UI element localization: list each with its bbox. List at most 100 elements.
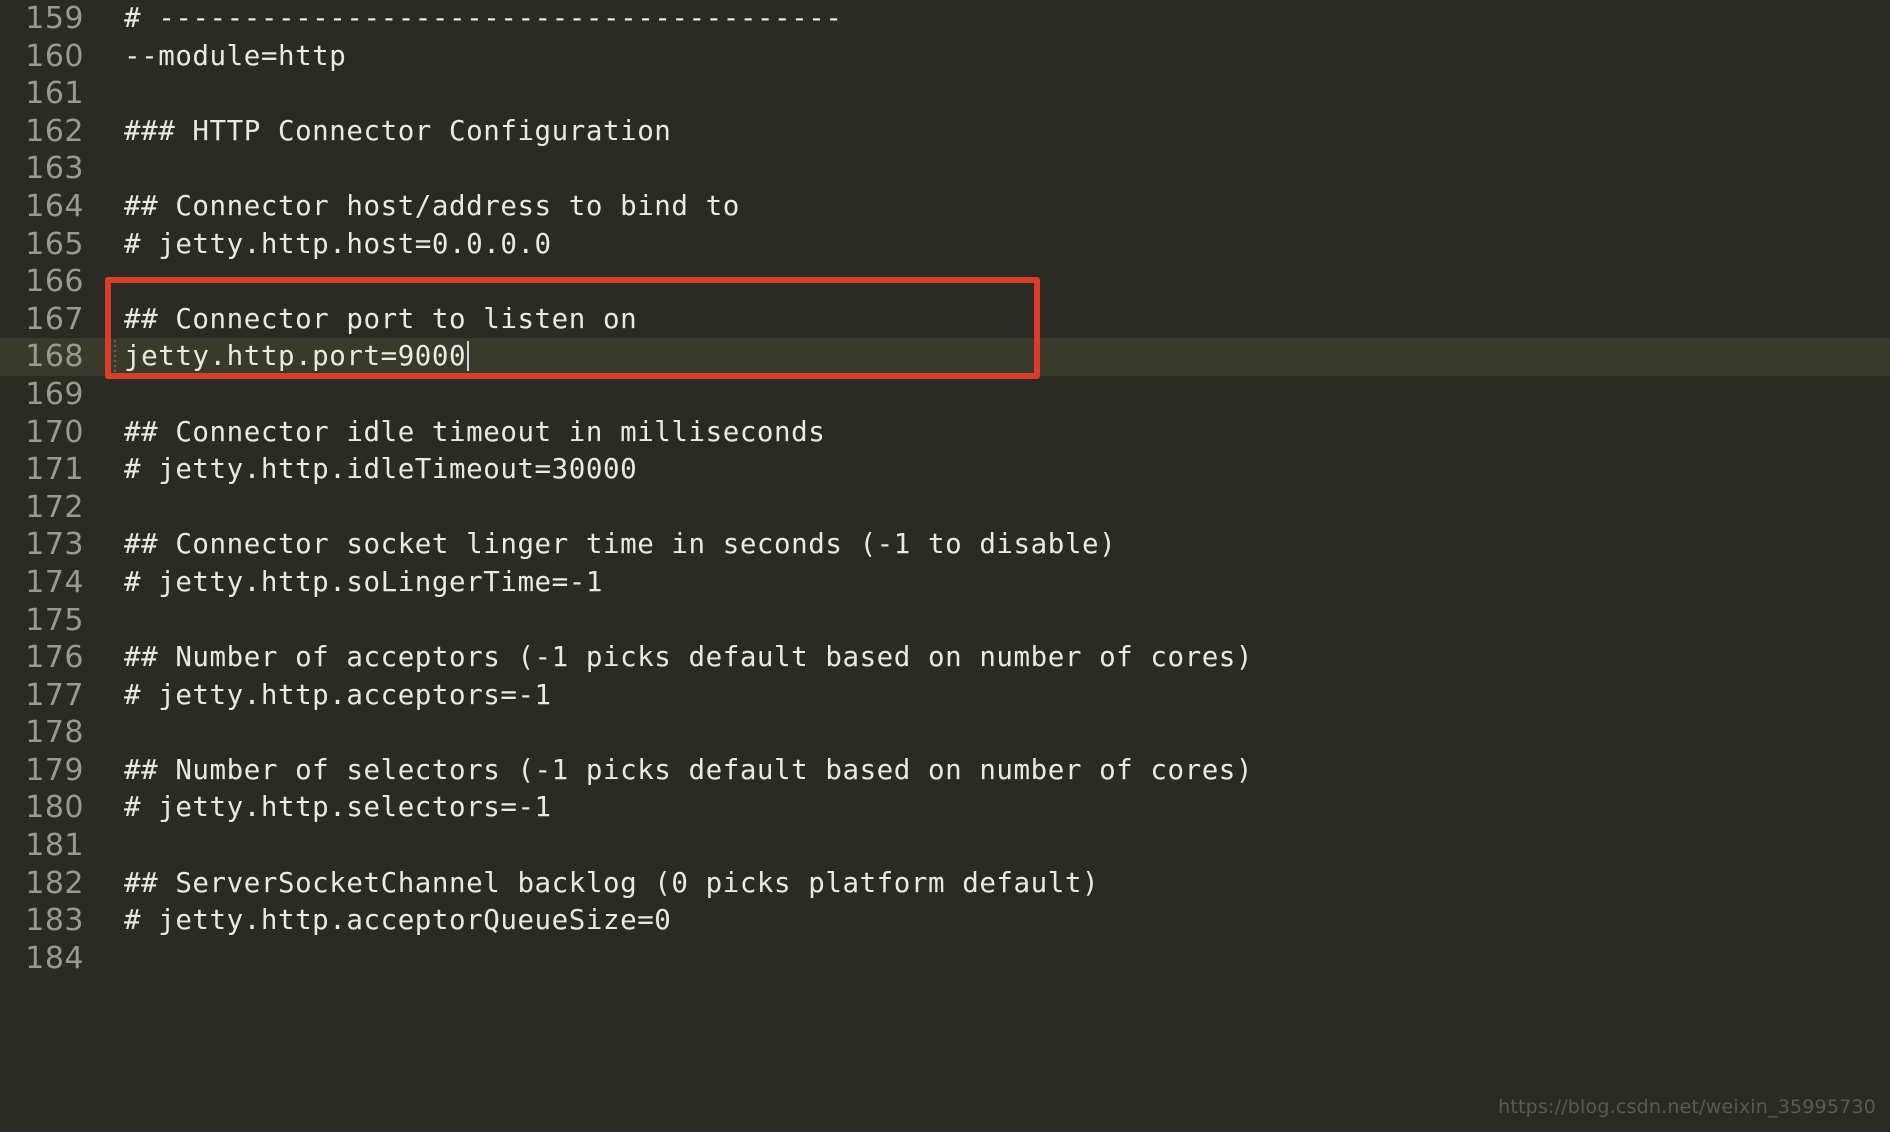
code-line[interactable]: 177 # jetty.http.acceptors=-1 xyxy=(0,677,1890,715)
code-text[interactable] xyxy=(98,940,1890,978)
line-number[interactable]: 172 xyxy=(0,489,98,527)
line-number[interactable]: 180 xyxy=(0,789,98,827)
code-text-content: # --------------------------------------… xyxy=(124,2,843,34)
code-text-content: ### HTTP Connector Configuration xyxy=(124,114,672,147)
code-line[interactable]: 178 xyxy=(0,714,1890,752)
watermark: https://blog.csdn.net/weixin_35995730 xyxy=(1498,1096,1876,1118)
code-text[interactable] xyxy=(98,602,1890,640)
line-number[interactable]: 169 xyxy=(0,376,98,414)
line-number[interactable]: 166 xyxy=(0,263,98,301)
code-text[interactable] xyxy=(98,150,1890,188)
line-number[interactable]: 170 xyxy=(0,414,98,452)
code-text[interactable] xyxy=(98,714,1890,752)
code-line[interactable]: 181 xyxy=(0,827,1890,865)
code-line[interactable]: 182 ## ServerSocketChannel backlog (0 pic… xyxy=(0,865,1890,903)
line-number[interactable]: 175 xyxy=(0,602,98,640)
line-number[interactable]: 162 xyxy=(0,113,98,151)
code-text-content: ## Connector port to listen on xyxy=(124,302,638,335)
code-text[interactable]: jetty.http.port=9000 xyxy=(98,338,1890,376)
code-text[interactable]: ## Connector socket linger time in secon… xyxy=(98,526,1890,564)
line-number[interactable]: 184 xyxy=(0,940,98,978)
line-number[interactable]: 159 xyxy=(0,0,98,38)
line-number[interactable]: 178 xyxy=(0,714,98,752)
code-text-content: # jetty.http.selectors=-1 xyxy=(124,791,552,824)
code-text[interactable] xyxy=(98,376,1890,414)
code-text-content: # jetty.http.acceptorQueueSize=0 xyxy=(124,904,672,937)
code-editor[interactable]: 159 # -----------------------------------… xyxy=(0,0,1890,1132)
code-line[interactable]: 180 # jetty.http.selectors=-1 xyxy=(0,789,1890,827)
code-line[interactable]: 161 xyxy=(0,75,1890,113)
code-text-content: ## Connector socket linger time in secon… xyxy=(124,528,1117,561)
code-text[interactable]: ### HTTP Connector Configuration xyxy=(98,113,1890,151)
code-text-content: ## ServerSocketChannel backlog (0 picks … xyxy=(124,866,1100,899)
text-caret xyxy=(467,341,470,372)
code-lines-container: 159 # -----------------------------------… xyxy=(0,0,1890,977)
line-number[interactable]: 161 xyxy=(0,75,98,113)
code-text[interactable] xyxy=(98,827,1890,865)
code-text[interactable]: --module=http xyxy=(98,38,1890,76)
code-text-content: ## Connector idle timeout in millisecond… xyxy=(124,415,826,448)
code-text-content: ## Number of selectors (-1 picks default… xyxy=(124,753,1254,786)
code-line[interactable]: 170 ## Connector idle timeout in millisec… xyxy=(0,414,1890,452)
code-line[interactable]: 160 --module=http xyxy=(0,38,1890,76)
code-line[interactable]: 176 ## Number of acceptors (-1 picks defa… xyxy=(0,639,1890,677)
indent-guide xyxy=(114,340,116,374)
code-text[interactable]: ## Connector host/address to bind to xyxy=(98,188,1890,226)
line-number[interactable]: 167 xyxy=(0,301,98,339)
line-number[interactable]: 168 xyxy=(0,338,98,376)
code-line[interactable]: 159 # -----------------------------------… xyxy=(0,0,1890,38)
code-line[interactable]: 183 # jetty.http.acceptorQueueSize=0 xyxy=(0,902,1890,940)
code-line[interactable]: 179 ## Number of selectors (-1 picks defa… xyxy=(0,752,1890,790)
code-text[interactable]: # jetty.http.acceptorQueueSize=0 xyxy=(98,902,1890,940)
line-number[interactable]: 160 xyxy=(0,38,98,76)
code-text-content: --module=http xyxy=(124,39,347,72)
code-text[interactable]: # --------------------------------------… xyxy=(98,0,1890,38)
code-line[interactable]: 173 ## Connector socket linger time in se… xyxy=(0,526,1890,564)
code-text[interactable]: # jetty.http.soLingerTime=-1 xyxy=(98,564,1890,602)
line-number[interactable]: 182 xyxy=(0,865,98,903)
code-text[interactable]: ## Connector port to listen on xyxy=(98,301,1890,339)
code-line[interactable]: 166 xyxy=(0,263,1890,301)
code-text[interactable] xyxy=(98,75,1890,113)
code-text[interactable]: ## ServerSocketChannel backlog (0 picks … xyxy=(98,865,1890,903)
code-text-content: ## Number of acceptors (-1 picks default… xyxy=(124,641,1254,674)
line-number[interactable]: 179 xyxy=(0,752,98,790)
line-number[interactable]: 173 xyxy=(0,526,98,564)
code-line[interactable]: 164 ## Connector host/address to bind to xyxy=(0,188,1890,226)
code-text-content: ## Connector host/address to bind to xyxy=(124,189,740,222)
line-number[interactable]: 177 xyxy=(0,677,98,715)
code-line[interactable]: 172 xyxy=(0,489,1890,527)
code-line[interactable]: 163 xyxy=(0,150,1890,188)
line-number[interactable]: 171 xyxy=(0,451,98,489)
code-text[interactable]: # jetty.http.acceptors=-1 xyxy=(98,677,1890,715)
line-number[interactable]: 165 xyxy=(0,226,98,264)
code-text[interactable]: # jetty.http.idleTimeout=30000 xyxy=(98,451,1890,489)
code-text-content: # jetty.http.host=0.0.0.0 xyxy=(124,227,552,260)
code-text-content: # jetty.http.soLingerTime=-1 xyxy=(124,565,603,598)
code-text[interactable]: ## Number of selectors (-1 picks default… xyxy=(98,752,1890,790)
line-number[interactable]: 183 xyxy=(0,902,98,940)
code-text[interactable]: # jetty.http.selectors=-1 xyxy=(98,789,1890,827)
code-line[interactable]: 174 # jetty.http.soLingerTime=-1 xyxy=(0,564,1890,602)
code-text[interactable] xyxy=(98,263,1890,301)
code-text-content: # jetty.http.idleTimeout=30000 xyxy=(124,453,638,486)
line-number[interactable]: 163 xyxy=(0,150,98,188)
line-number[interactable]: 174 xyxy=(0,564,98,602)
code-text-content: # jetty.http.acceptors=-1 xyxy=(124,678,552,711)
code-text-content: jetty.http.port=9000 xyxy=(124,340,467,373)
code-text[interactable] xyxy=(98,489,1890,527)
code-line[interactable]: 184 xyxy=(0,940,1890,978)
code-line[interactable]: 171 # jetty.http.idleTimeout=30000 xyxy=(0,451,1890,489)
code-text[interactable]: ## Number of acceptors (-1 picks default… xyxy=(98,639,1890,677)
code-text[interactable]: ## Connector idle timeout in millisecond… xyxy=(98,414,1890,452)
code-line[interactable]: 162 ### HTTP Connector Configuration xyxy=(0,113,1890,151)
code-line[interactable]: 169 xyxy=(0,376,1890,414)
code-line-current[interactable]: 168 jetty.http.port=9000 xyxy=(0,338,1890,376)
line-number[interactable]: 176 xyxy=(0,639,98,677)
line-number[interactable]: 181 xyxy=(0,827,98,865)
code-line[interactable]: 167 ## Connector port to listen on xyxy=(0,301,1890,339)
code-text[interactable]: # jetty.http.host=0.0.0.0 xyxy=(98,226,1890,264)
code-line[interactable]: 165 # jetty.http.host=0.0.0.0 xyxy=(0,226,1890,264)
line-number[interactable]: 164 xyxy=(0,188,98,226)
code-line[interactable]: 175 xyxy=(0,602,1890,640)
